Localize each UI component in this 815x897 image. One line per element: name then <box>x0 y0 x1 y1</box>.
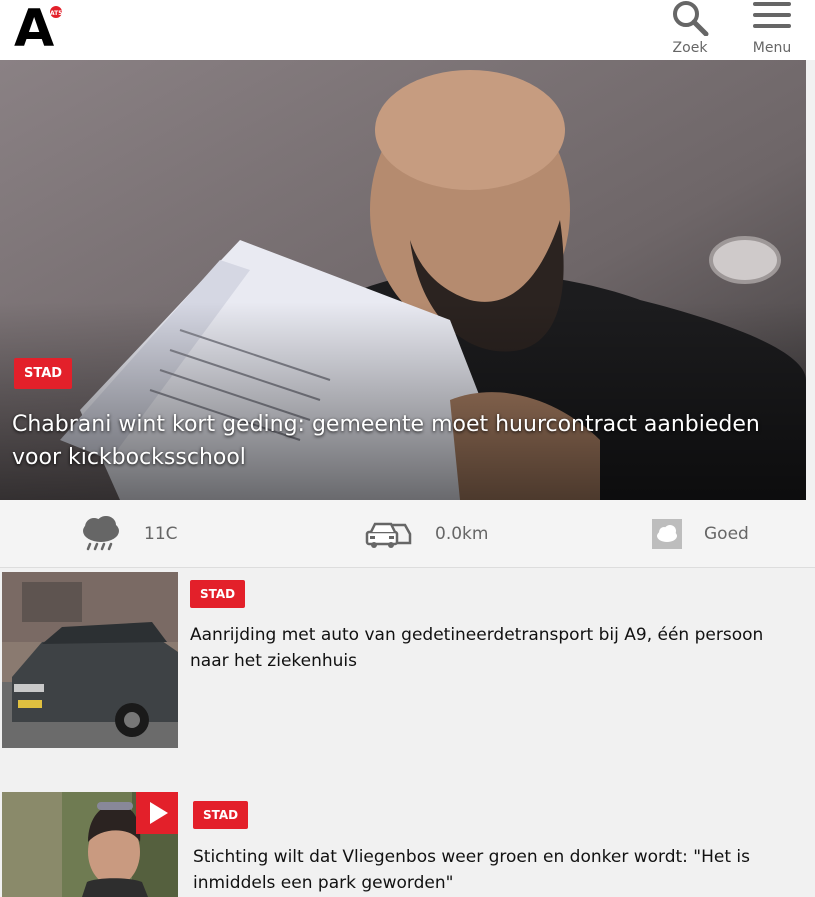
hero-article[interactable]: STAD Chabrani wint kort geding: gemeente… <box>0 60 806 500</box>
article-thumbnail[interactable] <box>2 572 178 748</box>
article-category-tag[interactable]: STAD <box>190 580 246 608</box>
search-icon <box>673 1 709 36</box>
weather-widget[interactable]: 11C <box>80 500 178 568</box>
hero-category-tag[interactable]: STAD <box>14 358 73 389</box>
play-icon <box>150 802 168 824</box>
traffic-widget[interactable]: 0.0km <box>365 500 488 568</box>
hero-headline[interactable]: Chabrani wint kort geding: gemeente moet… <box>12 408 792 474</box>
article-headline[interactable]: Aanrijding met auto van gedetineerdetran… <box>190 622 805 674</box>
video-play-button[interactable] <box>136 792 178 834</box>
rain-cloud-icon <box>83 516 119 551</box>
article-thumbnail[interactable] <box>2 792 178 897</box>
air-quality-value: Goed <box>704 524 749 544</box>
at5-logo[interactable]: A AT5 <box>14 3 66 55</box>
article-item[interactable]: STAD Aanrijding met auto van gedetineerd… <box>0 572 815 748</box>
cloud-icon <box>652 519 682 549</box>
menu-label: Menu <box>752 40 792 56</box>
hamburger-icon <box>753 2 791 28</box>
menu-button[interactable]: Menu <box>746 0 798 60</box>
car-photo <box>2 572 178 748</box>
article-headline[interactable]: Stichting wilt dat Vliegenbos weer groen… <box>193 844 808 896</box>
site-header: A AT5 Zoek Menu <box>0 0 815 60</box>
traffic-value: 0.0km <box>435 524 489 544</box>
search-label: Zoek <box>672 40 708 56</box>
article-category-tag[interactable]: STAD <box>193 801 249 829</box>
logo-badge: AT5 <box>48 4 64 20</box>
info-bar: 11C 0.0km Goed <box>0 500 815 568</box>
weather-value: 11C <box>144 524 178 544</box>
search-button[interactable]: Zoek <box>664 0 716 60</box>
article-item[interactable]: STAD Stichting wilt dat Vliegenbos weer … <box>0 792 815 897</box>
logo-letter: A <box>14 0 54 59</box>
air-quality-widget[interactable]: Goed <box>652 500 749 568</box>
cars-icon <box>365 522 412 548</box>
